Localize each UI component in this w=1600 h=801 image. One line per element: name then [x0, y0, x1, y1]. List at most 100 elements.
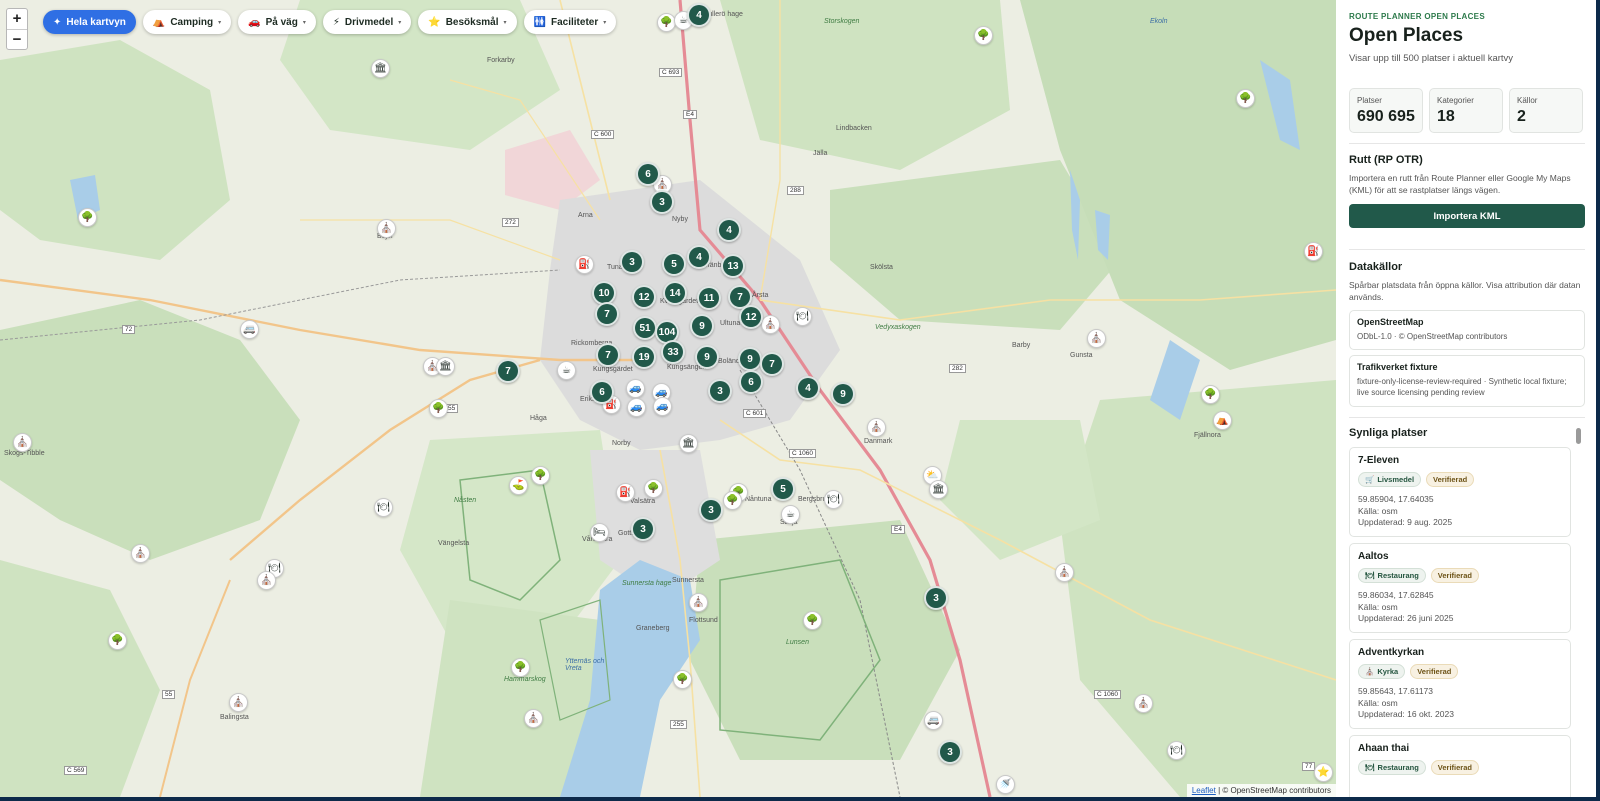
golf-icon[interactable]: ⛳	[509, 476, 528, 495]
cluster-marker[interactable]: 4	[687, 3, 711, 27]
church-icon[interactable]: ⛪	[1055, 563, 1074, 582]
tree-icon[interactable]: 🌳	[1201, 385, 1220, 404]
car-wash-icon[interactable]: 🚿	[996, 775, 1015, 794]
star-icon[interactable]: ⭐	[1314, 763, 1333, 782]
cluster-marker[interactable]: 5	[662, 252, 686, 276]
cluster-marker[interactable]: 9	[831, 382, 855, 406]
cluster-marker[interactable]: 4	[717, 218, 741, 242]
building-icon[interactable]: 🏛	[371, 59, 390, 78]
cluster-marker[interactable]: 9	[690, 314, 714, 338]
cafe-icon[interactable]: ☕	[781, 505, 800, 524]
leaflet-link[interactable]: Leaflet	[1192, 786, 1216, 795]
filter-chip-facilities[interactable]: 🚻 Faciliteter ▾	[523, 10, 617, 34]
filter-chip-all[interactable]: ✦ Hela kartvyn	[43, 10, 136, 34]
church-icon[interactable]: ⛪	[377, 219, 396, 238]
zoom-out-button[interactable]: −	[7, 29, 27, 49]
cluster-marker[interactable]: 9	[695, 345, 719, 369]
fuel-icon[interactable]: ⛽	[575, 255, 594, 274]
church-icon[interactable]: ⛪	[867, 418, 886, 437]
list-item[interactable]: 7-Eleven 🛒 Livsmedel Verifierad 59.85904,…	[1349, 447, 1571, 537]
cluster-marker[interactable]: 12	[739, 305, 763, 329]
restaurant-icon[interactable]: 🍽	[793, 307, 812, 326]
list-scrollbar[interactable]	[1576, 428, 1581, 444]
cluster-marker[interactable]: 7	[496, 359, 520, 383]
cluster-marker[interactable]: 4	[796, 376, 820, 400]
tree-icon[interactable]: 🌳	[657, 13, 676, 32]
museum-icon[interactable]: 🏛	[929, 480, 948, 499]
church-icon[interactable]: ⛪	[13, 433, 32, 452]
cluster-marker[interactable]: 3	[631, 517, 655, 541]
fuel-icon[interactable]: ⛽	[616, 483, 635, 502]
parking-icon[interactable]: 🚐	[240, 320, 259, 339]
cluster-marker[interactable]: 6	[636, 162, 660, 186]
church-icon[interactable]: ⛪	[1134, 694, 1153, 713]
filter-chip-attractions[interactable]: ⭐ Besöksmål ▾	[418, 10, 517, 34]
list-item[interactable]: Ahaan thai 🍽 Restaurang Verifierad	[1349, 735, 1571, 797]
cluster-marker[interactable]: 11	[697, 286, 721, 310]
tree-icon[interactable]: 🌳	[1236, 89, 1255, 108]
tent-icon[interactable]: ⛺	[1213, 411, 1232, 430]
bed-icon[interactable]: 🛏	[590, 523, 609, 542]
cluster-marker[interactable]: 13	[721, 254, 745, 278]
museum-icon[interactable]: 🏛	[436, 357, 455, 376]
cluster-marker[interactable]: 6	[590, 380, 614, 404]
tree-icon[interactable]: 🌳	[531, 466, 550, 485]
restaurant-icon[interactable]: 🍽	[374, 498, 393, 517]
zoom-control: + −	[6, 8, 28, 50]
list-item[interactable]: Aaltos 🍽 Restaurang Verifierad 59.86034, …	[1349, 543, 1571, 633]
filter-chips: ✦ Hela kartvyn ⛺ Camping ▾ 🚗 På väg ▾ ⚡ …	[43, 10, 617, 34]
tree-icon[interactable]: 🌳	[511, 658, 530, 677]
cluster-marker[interactable]: 3	[620, 250, 644, 274]
list-item[interactable]: Adventkyrkan ⛪ Kyrka Verifierad 59.85643,…	[1349, 639, 1571, 729]
church-icon[interactable]: ⛪	[689, 593, 708, 612]
filter-chip-fuel[interactable]: ⚡ Drivmedel ▾	[322, 10, 412, 34]
cluster-marker[interactable]: 3	[650, 190, 674, 214]
cluster-marker[interactable]: 7	[595, 302, 619, 326]
tree-icon[interactable]: 🌳	[78, 208, 97, 227]
cluster-marker[interactable]: 3	[699, 498, 723, 522]
cluster-marker[interactable]: 7	[596, 343, 620, 367]
church-icon[interactable]: ⛪	[761, 315, 780, 334]
cluster-marker[interactable]: 12	[632, 285, 656, 309]
cluster-marker[interactable]: 7	[760, 352, 784, 376]
church-icon[interactable]: ⛪	[1087, 329, 1106, 348]
tree-icon[interactable]: 🌳	[974, 26, 993, 45]
car-icon[interactable]: 🚙	[653, 397, 672, 416]
places-list[interactable]: 7-Eleven 🛒 Livsmedel Verifierad 59.85904,…	[1349, 447, 1571, 797]
map-view[interactable]: + − ✦ Hela kartvyn ⛺ Camping ▾ 🚗 På väg …	[0, 0, 1336, 797]
filter-chip-camping[interactable]: ⛺ Camping ▾	[142, 10, 232, 34]
stat-card-places: Platser 690 695	[1349, 88, 1423, 133]
cluster-marker[interactable]: 14	[663, 281, 687, 305]
cafe-icon[interactable]: ☕	[557, 361, 576, 380]
import-kml-button[interactable]: Importera KML	[1349, 204, 1585, 228]
restaurant-icon[interactable]: 🍽	[1167, 741, 1186, 760]
church-icon[interactable]: ⛪	[229, 693, 248, 712]
cluster-marker[interactable]: 3	[938, 740, 962, 764]
museum-icon[interactable]: 🏛	[679, 434, 698, 453]
church-icon[interactable]: ⛪	[131, 544, 150, 563]
zoom-in-button[interactable]: +	[7, 9, 27, 29]
church-icon[interactable]: ⛪	[257, 571, 276, 590]
tree-icon[interactable]: 🌳	[803, 611, 822, 630]
church-icon[interactable]: ⛪	[524, 709, 543, 728]
cluster-marker[interactable]: 3	[708, 379, 732, 403]
tree-icon[interactable]: 🌳	[108, 631, 127, 650]
filter-chip-on-the-road[interactable]: 🚗 På väg ▾	[238, 10, 316, 34]
tree-icon[interactable]: 🌳	[673, 670, 692, 689]
car-icon[interactable]: 🚙	[627, 398, 646, 417]
tree-icon[interactable]: 🌳	[429, 399, 448, 418]
cluster-marker[interactable]: 51	[633, 316, 657, 340]
parking-icon[interactable]: 🚐	[924, 711, 943, 730]
tree-icon[interactable]: 🌳	[644, 479, 663, 498]
cluster-marker[interactable]: 5	[771, 477, 795, 501]
cluster-marker[interactable]: 19	[632, 345, 656, 369]
cluster-marker[interactable]: 6	[739, 370, 763, 394]
cluster-marker[interactable]: 4	[687, 245, 711, 269]
cluster-marker[interactable]: 3	[924, 586, 948, 610]
cluster-marker[interactable]: 33	[661, 340, 685, 364]
fuel-icon[interactable]: ⛽	[1304, 242, 1323, 261]
tree-icon[interactable]: 🌳	[723, 491, 742, 510]
car-icon[interactable]: 🚙	[626, 379, 645, 398]
restaurant-icon[interactable]: 🍽	[824, 490, 843, 509]
cluster-marker[interactable]: 9	[738, 347, 762, 371]
